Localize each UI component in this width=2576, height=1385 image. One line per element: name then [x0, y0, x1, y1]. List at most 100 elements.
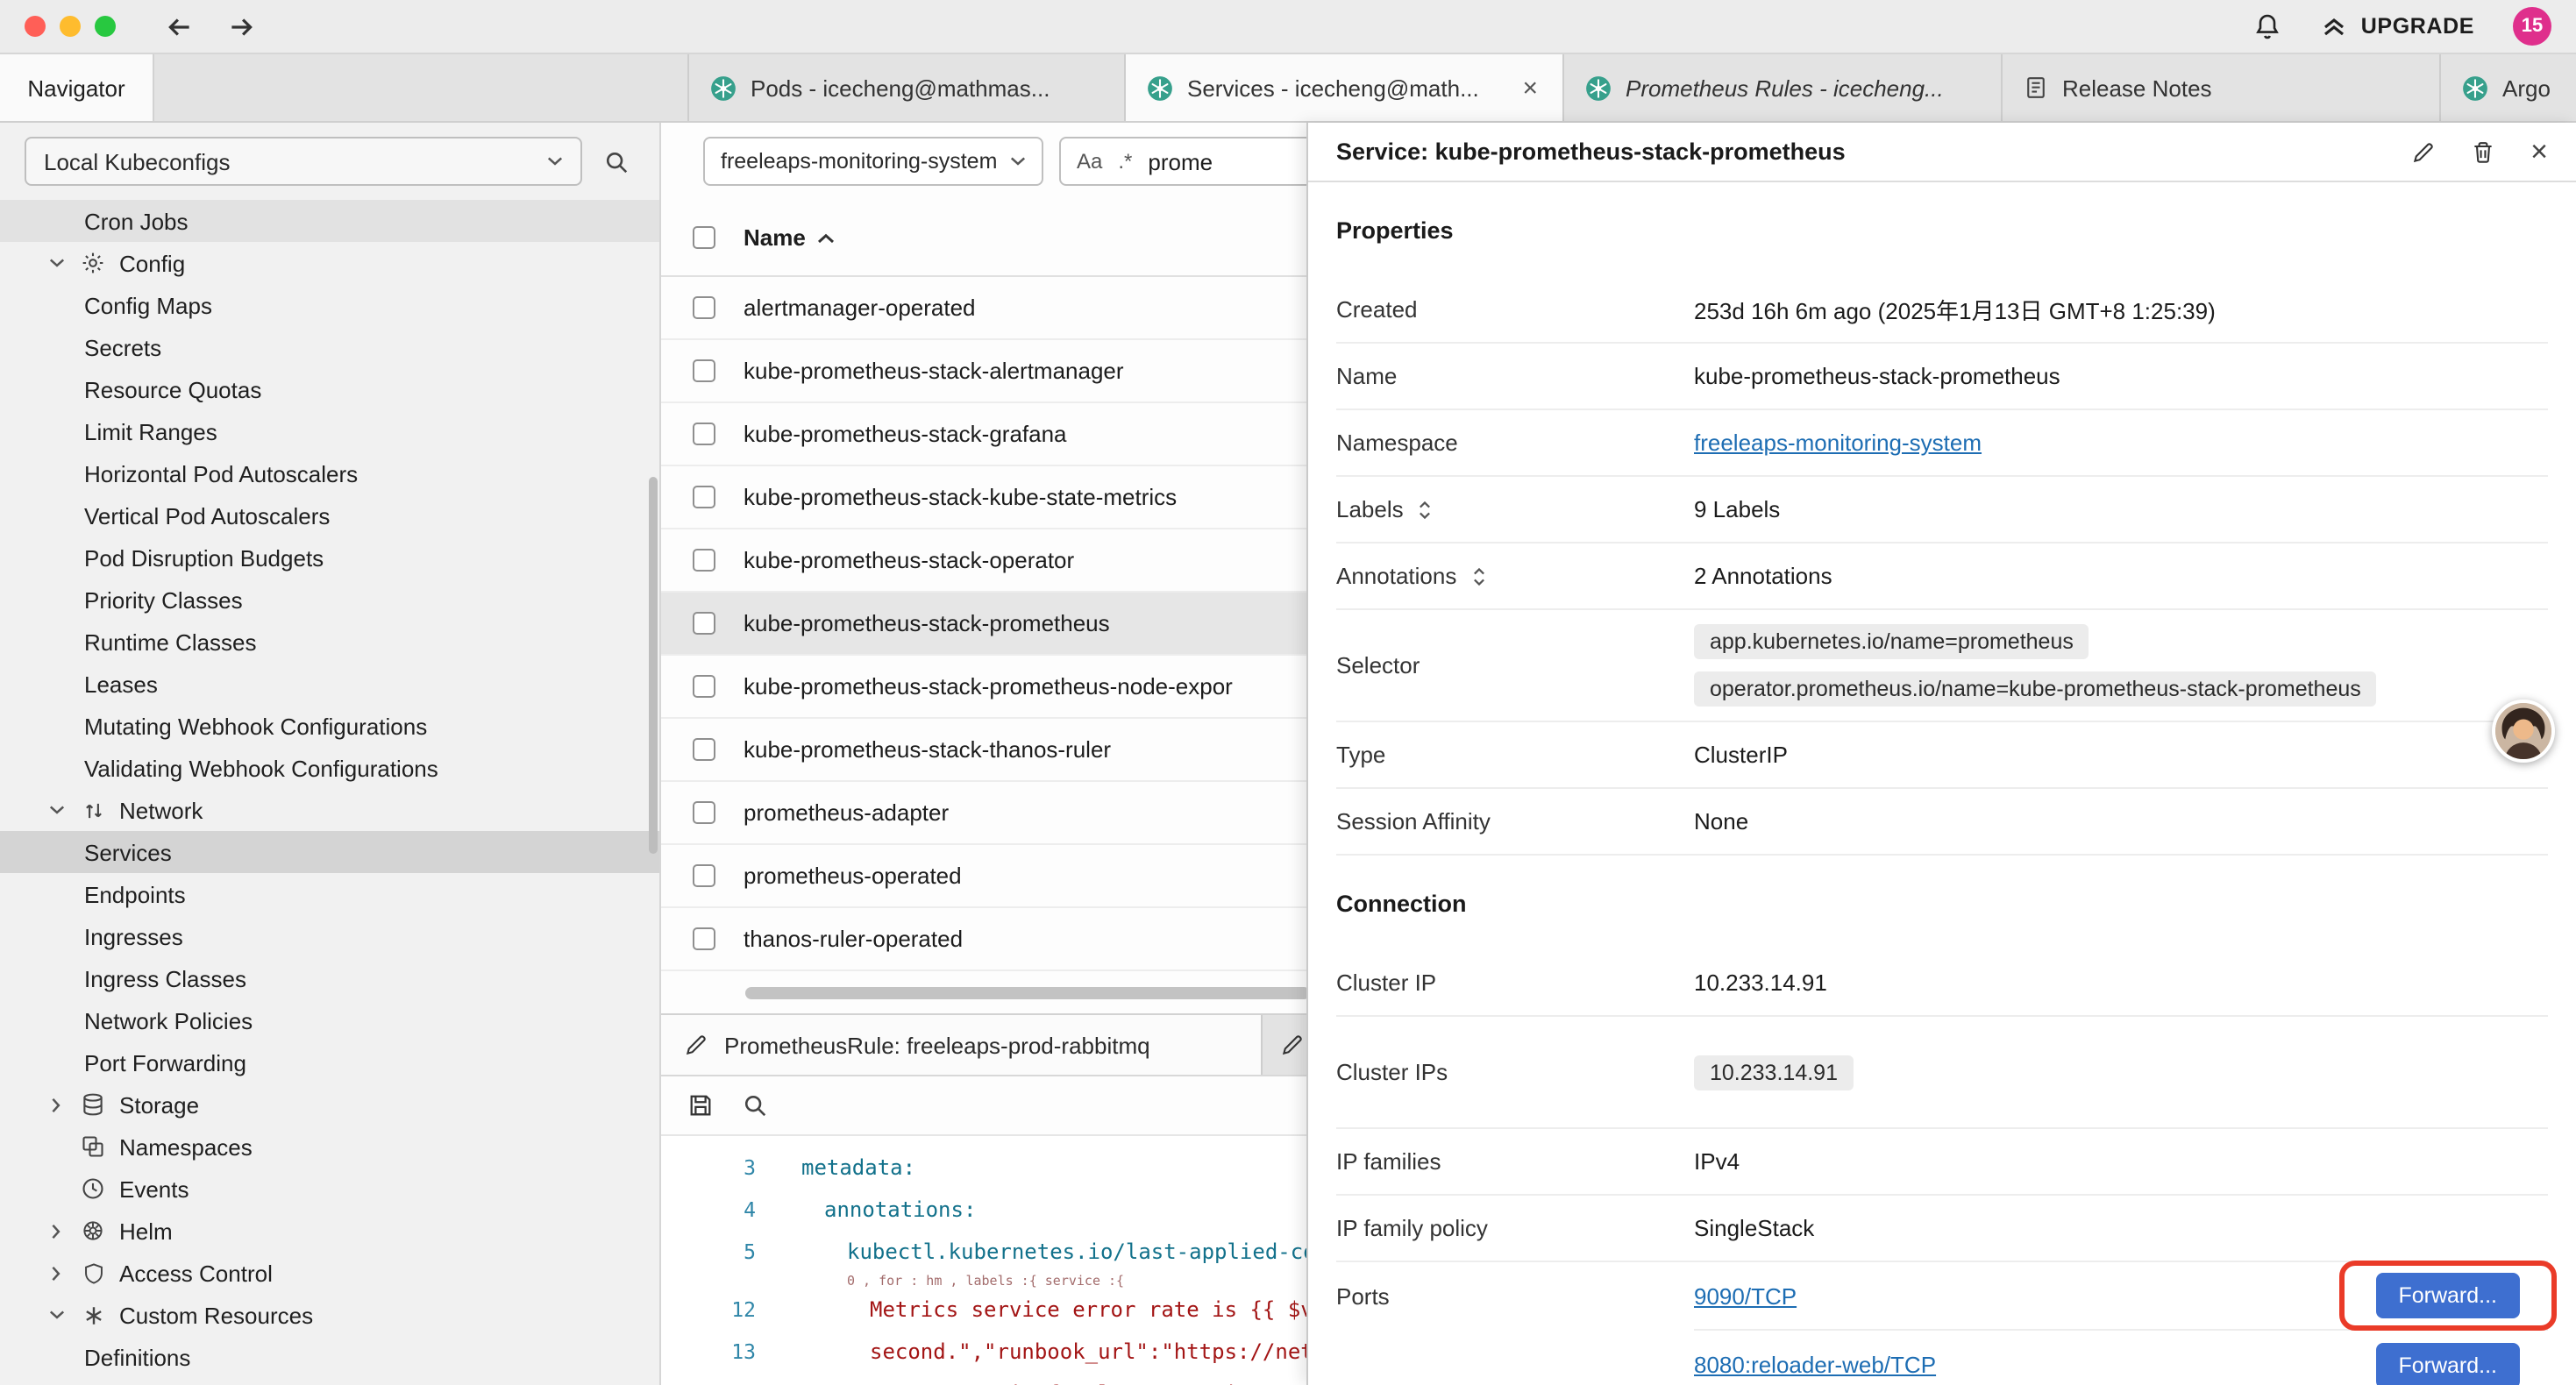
trash-icon[interactable]: [2471, 139, 2495, 164]
sidebar-item-namespaces[interactable]: Namespaces: [0, 1126, 659, 1168]
user-avatar[interactable]: [2492, 700, 2555, 763]
sidebar-item-config[interactable]: Config: [0, 242, 659, 284]
row-name: kube-prometheus-stack-kube-state-metrics: [744, 484, 1177, 510]
forward-icon[interactable]: [226, 11, 256, 41]
row-checkbox[interactable]: [693, 927, 715, 950]
row-checkbox[interactable]: [693, 486, 715, 508]
sort-icon[interactable]: [1418, 499, 1434, 520]
row-name: kube-prometheus-stack-prometheus-node-ex…: [744, 673, 1233, 700]
table-row-prometheus-operated[interactable]: prometheus-operated: [661, 845, 1306, 908]
sidebar-item-leases[interactable]: Leases: [0, 663, 659, 705]
sidebar-item-storage[interactable]: Storage: [0, 1083, 659, 1126]
sidebar-item-ingress-classes[interactable]: Ingress Classes: [0, 957, 659, 999]
row-checkbox[interactable]: [693, 549, 715, 572]
close-window-button[interactable]: [25, 16, 46, 37]
port-link[interactable]: 9090/TCP: [1694, 1282, 1797, 1309]
namespace-link[interactable]: freeleaps-monitoring-system: [1694, 430, 1982, 456]
sidebar-item-runtime-classes[interactable]: Runtime Classes: [0, 621, 659, 663]
port-link[interactable]: 8080:reloader-web/TCP: [1694, 1352, 1936, 1378]
editor-tab[interactable]: PrometheusRule: freeleaps-prod-rabbitmq: [661, 1015, 1263, 1075]
sidebar-item-horizontal-pod-autoscalers[interactable]: Horizontal Pod Autoscalers: [0, 452, 659, 494]
sidebar-item-secrets[interactable]: Secrets: [0, 326, 659, 368]
name-column-header[interactable]: Name: [744, 224, 836, 251]
value-chip: 10.233.14.91: [1694, 1055, 1854, 1090]
namespace-filter-dropdown[interactable]: freeleaps-monitoring-system: [703, 137, 1043, 186]
minimize-window-button[interactable]: [60, 16, 81, 37]
sidebar-item-events[interactable]: Events: [0, 1168, 659, 1210]
table-row-thanos-ruler-operated[interactable]: thanos-ruler-operated: [661, 908, 1306, 971]
sidebar-item-cron-jobs[interactable]: Cron Jobs: [0, 200, 659, 242]
tab-services-icecheng-math[interactable]: Services - icecheng@math...×: [1126, 54, 1564, 121]
match-case-toggle[interactable]: Aa: [1077, 149, 1102, 174]
sidebar-item-access-control[interactable]: Access Control: [0, 1252, 659, 1294]
table-row-kube-prometheus-stack-grafana[interactable]: kube-prometheus-stack-grafana: [661, 403, 1306, 466]
sidebar-item-label: Runtime Classes: [84, 629, 257, 655]
horizontal-scrollbar-thumb[interactable]: [745, 987, 1306, 999]
sidebar-item-port-forwarding[interactable]: Port Forwarding: [0, 1041, 659, 1083]
sidebar-item-ingresses[interactable]: Ingresses: [0, 915, 659, 957]
tab-argo-s[interactable]: Argo S: [2441, 54, 2576, 121]
sidebar-item-network-policies[interactable]: Network Policies: [0, 999, 659, 1041]
save-icon[interactable]: [687, 1092, 714, 1119]
table-row-kube-prometheus-stack-alertmanager[interactable]: kube-prometheus-stack-alertmanager: [661, 340, 1306, 403]
editor-search-icon[interactable]: [742, 1092, 768, 1119]
select-all-checkbox[interactable]: [693, 226, 715, 249]
row-checkbox[interactable]: [693, 675, 715, 698]
forward-button[interactable]: Forward...: [2375, 1273, 2520, 1318]
service-table-body: alertmanager-operatedkube-prometheus-sta…: [661, 277, 1306, 971]
sidebar-item-limit-ranges[interactable]: Limit Ranges: [0, 410, 659, 452]
storage-icon: [79, 1092, 107, 1117]
row-checkbox[interactable]: [693, 738, 715, 761]
close-icon[interactable]: ×: [2530, 137, 2548, 167]
row-checkbox[interactable]: [693, 612, 715, 635]
sidebar-item-label: Limit Ranges: [84, 418, 217, 444]
table-row-kube-prometheus-stack-kube-state-metrics[interactable]: kube-prometheus-stack-kube-state-metrics: [661, 466, 1306, 529]
sidebar-item-definitions[interactable]: Definitions: [0, 1336, 659, 1378]
sidebar-item-vertical-pod-autoscalers[interactable]: Vertical Pod Autoscalers: [0, 494, 659, 536]
sidebar-item-network[interactable]: Network: [0, 789, 659, 831]
forward-button[interactable]: Forward...: [2375, 1342, 2520, 1385]
sidebar-item-validating-webhook-configurations[interactable]: Validating Webhook Configurations: [0, 747, 659, 789]
tab-pods-icecheng-mathmas[interactable]: Pods - icecheng@mathmas...: [687, 54, 1126, 121]
notification-count-badge[interactable]: 15: [2513, 7, 2551, 46]
editor-toolbar: [661, 1076, 1306, 1136]
table-row-kube-prometheus-stack-thanos-ruler[interactable]: kube-prometheus-stack-thanos-ruler: [661, 719, 1306, 782]
table-row-alertmanager-operated[interactable]: alertmanager-operated: [661, 277, 1306, 340]
sidebar-item-endpoints[interactable]: Endpoints: [0, 873, 659, 915]
sidebar-search-icon[interactable]: [603, 148, 630, 174]
sidebar-scrollbar-thumb[interactable]: [649, 477, 658, 854]
resource-search-input[interactable]: Aa .* prome: [1059, 137, 1306, 186]
sidebar-item-custom-resources[interactable]: Custom Resources: [0, 1294, 659, 1336]
sidebar-item-resource-quotas[interactable]: Resource Quotas: [0, 368, 659, 410]
close-tab-icon[interactable]: ×: [1519, 73, 1541, 103]
row-checkbox[interactable]: [693, 801, 715, 824]
maximize-window-button[interactable]: [95, 16, 116, 37]
regex-toggle[interactable]: .*: [1118, 149, 1132, 174]
notifications-bell-icon[interactable]: [2254, 12, 2282, 40]
editor-tab-partial[interactable]: [1263, 1015, 1306, 1075]
table-row-prometheus-adapter[interactable]: prometheus-adapter: [661, 782, 1306, 845]
tab-release-notes[interactable]: Release Notes: [2003, 54, 2441, 121]
back-icon[interactable]: [165, 11, 195, 41]
upgrade-button[interactable]: UPGRADE: [2321, 12, 2474, 40]
sidebar-item-helm[interactable]: Helm: [0, 1210, 659, 1252]
tab-prometheus-rules-icecheng[interactable]: Prometheus Rules - icecheng...: [1564, 54, 2003, 121]
row-checkbox[interactable]: [693, 296, 715, 319]
sidebar-item-pod-disruption-budgets[interactable]: Pod Disruption Budgets: [0, 536, 659, 579]
row-checkbox[interactable]: [693, 359, 715, 382]
yaml-editor[interactable]: 3metadata:4annotations:5kubectl.kubernet…: [661, 1136, 1306, 1385]
sidebar-item-config-maps[interactable]: Config Maps: [0, 284, 659, 326]
sidebar-item-services[interactable]: Services: [0, 831, 659, 873]
detail-label: Selector: [1336, 652, 1420, 678]
row-checkbox[interactable]: [693, 423, 715, 445]
row-checkbox[interactable]: [693, 864, 715, 887]
kubeconfig-selector[interactable]: Local Kubeconfigs: [25, 137, 582, 186]
sort-icon[interactable]: [1470, 565, 1486, 586]
sidebar-item-mutating-webhook-configurations[interactable]: Mutating Webhook Configurations: [0, 705, 659, 747]
navigator-tab[interactable]: Navigator: [0, 54, 154, 121]
table-row-kube-prometheus-stack-operator[interactable]: kube-prometheus-stack-operator: [661, 529, 1306, 593]
table-row-kube-prometheus-stack-prometheus-node-expor[interactable]: kube-prometheus-stack-prometheus-node-ex…: [661, 656, 1306, 719]
edit-icon[interactable]: [2411, 139, 2436, 164]
table-row-kube-prometheus-stack-prometheus[interactable]: kube-prometheus-stack-prometheus: [661, 593, 1306, 656]
sidebar-item-priority-classes[interactable]: Priority Classes: [0, 579, 659, 621]
